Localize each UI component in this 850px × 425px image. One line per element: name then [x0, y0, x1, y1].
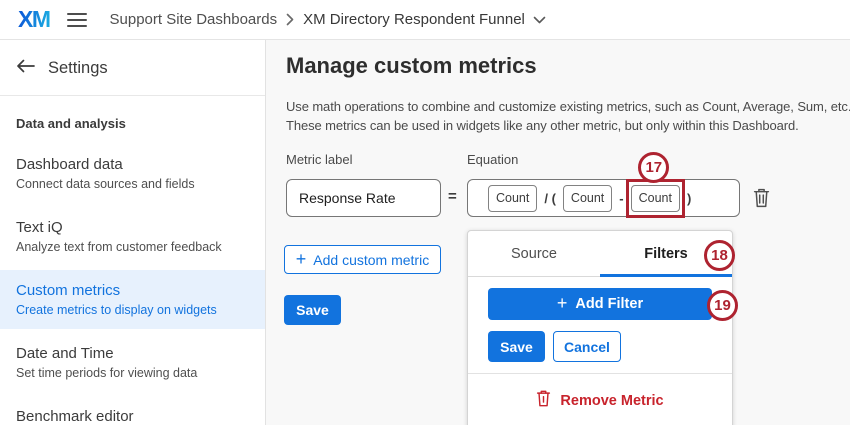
- sidebar-item-title: Date and Time: [16, 344, 249, 363]
- plus-icon: +: [296, 250, 307, 268]
- sidebar-item-title: Benchmark editor: [16, 407, 249, 425]
- sidebar-item-benchmark-editor[interactable]: Benchmark editor Add industry benchmarks: [0, 396, 265, 425]
- tab-filters[interactable]: Filters: [600, 231, 732, 276]
- equation-term-1-button[interactable]: Count: [488, 185, 537, 212]
- page-title: Manage custom metrics: [286, 53, 537, 79]
- back-arrow-icon: [16, 59, 35, 78]
- settings-back-label: Settings: [48, 59, 108, 78]
- main-content: Manage custom metrics Use math operation…: [266, 40, 850, 425]
- sidebar-item-text-iq[interactable]: Text iQ Analyze text from customer feedb…: [0, 207, 265, 266]
- equation-label: Equation: [467, 152, 518, 167]
- trash-icon: [753, 196, 770, 211]
- sidebar-item-title: Text iQ: [16, 218, 249, 237]
- equation-term-3-button[interactable]: Count 17: [631, 185, 680, 212]
- topbar: XM Support Site Dashboards XM Directory …: [0, 0, 850, 40]
- sidebar-item-subtitle: Connect data sources and fields: [16, 176, 249, 192]
- popup-save-button[interactable]: Save: [488, 331, 545, 362]
- breadcrumb-current-dashboard[interactable]: XM Directory Respondent Funnel: [303, 11, 546, 28]
- equation-minus-operator: -: [619, 191, 623, 206]
- breadcrumb-dashboards-link[interactable]: Support Site Dashboards: [110, 11, 278, 28]
- breadcrumb: Support Site Dashboards XM Directory Res…: [110, 11, 546, 28]
- save-metrics-button[interactable]: Save: [284, 295, 341, 325]
- breadcrumb-current-label: XM Directory Respondent Funnel: [303, 11, 525, 28]
- delete-metric-trash-button[interactable]: [753, 188, 770, 211]
- equation-divide-operator: / (: [544, 191, 556, 206]
- equation-term-3-label: Count: [639, 191, 672, 205]
- sidebar-item-subtitle: Analyze text from customer feedback: [16, 239, 249, 255]
- popup-divider: [468, 373, 732, 374]
- plus-icon: +: [557, 294, 568, 312]
- equation-box: Count / ( Count - Count 17 ): [467, 179, 740, 217]
- settings-back-button[interactable]: Settings: [0, 40, 265, 96]
- remove-metric-button[interactable]: Remove Metric: [468, 390, 732, 411]
- popup-tabs: Source Filters: [468, 231, 732, 277]
- sidebar-item-date-and-time[interactable]: Date and Time Set time periods for viewi…: [0, 333, 265, 392]
- metric-label-label: Metric label: [286, 152, 352, 167]
- add-filter-button[interactable]: + Add Filter: [488, 288, 712, 320]
- sidebar-nav: Dashboard data Connect data sources and …: [0, 144, 265, 425]
- add-custom-metric-button[interactable]: + Add custom metric: [284, 245, 441, 274]
- chevron-down-icon: [533, 16, 546, 24]
- add-filter-label: Add Filter: [575, 296, 643, 312]
- sidebar-item-title: Custom metrics: [16, 281, 249, 300]
- xm-logo: XM: [18, 6, 50, 33]
- sidebar-item-title: Dashboard data: [16, 155, 249, 174]
- hamburger-menu-button[interactable]: [67, 13, 89, 27]
- sidebar-item-dashboard-data[interactable]: Dashboard data Connect data sources and …: [0, 144, 265, 203]
- metric-label-input[interactable]: [286, 179, 441, 217]
- sidebar-item-custom-metrics[interactable]: Custom metrics Create metrics to display…: [0, 270, 265, 329]
- remove-metric-label: Remove Metric: [560, 393, 663, 409]
- settings-sidebar: Settings Data and analysis Dashboard dat…: [0, 40, 266, 425]
- popup-button-row: Save Cancel: [488, 331, 712, 362]
- metric-editor-popup: Source Filters + Add Filter Save Cancel: [467, 230, 733, 425]
- equation-term-2-button[interactable]: Count: [563, 185, 612, 212]
- tab-source[interactable]: Source: [468, 231, 600, 276]
- add-custom-metric-label: Add custom metric: [313, 252, 429, 268]
- trash-icon-red: [536, 390, 551, 411]
- chevron-right-icon: [286, 13, 294, 26]
- equals-sign: =: [448, 188, 457, 205]
- annotation-circle-17: 17: [638, 152, 669, 183]
- popup-cancel-button[interactable]: Cancel: [553, 331, 621, 362]
- sidebar-item-subtitle: Create metrics to display on widgets: [16, 302, 249, 318]
- sidebar-section-label: Data and analysis: [16, 116, 249, 131]
- app-window: XM Support Site Dashboards XM Directory …: [0, 0, 850, 425]
- page-description: Use math operations to combine and custo…: [286, 97, 850, 135]
- equation-close-paren: ): [687, 191, 691, 206]
- sidebar-item-subtitle: Set time periods for viewing data: [16, 365, 249, 381]
